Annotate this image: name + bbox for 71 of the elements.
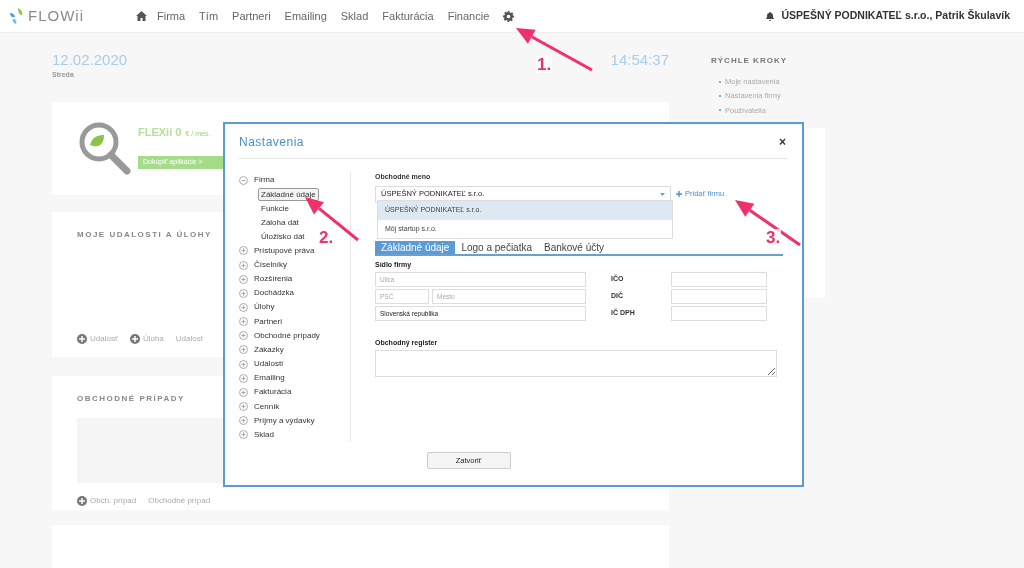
dialog-title: Nastavenia — [239, 133, 305, 151]
tab[interactable]: Bankové účty — [538, 240, 611, 254]
nav-link[interactable]: Financie — [447, 7, 490, 25]
nav-link[interactable]: Tím — [199, 7, 219, 25]
tree-item[interactable]: Funkcie — [258, 201, 292, 215]
expand-icon[interactable] — [239, 387, 248, 397]
expand-icon[interactable] — [239, 317, 248, 327]
nav-link[interactable]: Sklad — [340, 7, 369, 25]
nav-link[interactable]: Fakturácia — [382, 7, 434, 25]
nav-link[interactable]: Firma — [157, 7, 186, 25]
tree-item[interactable]: Fakturácia — [252, 386, 294, 399]
tab[interactable]: Logo a pečiatka — [455, 240, 538, 254]
expand-icon[interactable] — [239, 345, 248, 355]
step-number: 2. — [318, 229, 335, 246]
expand-icon[interactable] — [239, 359, 248, 369]
tree-item[interactable]: Udalosti — [252, 358, 285, 371]
droplets-icon — [8, 7, 24, 25]
input-field[interactable] — [671, 289, 767, 304]
time-text: 14:54:37 — [610, 52, 669, 67]
tree-item[interactable]: Úlohy — [252, 301, 277, 314]
add-circle-icon[interactable] — [77, 333, 87, 344]
expand-icon[interactable] — [239, 402, 248, 412]
section-title: RÝCHLE KROKY — [711, 55, 788, 67]
expand-icon[interactable] — [239, 416, 248, 426]
tree-item[interactable]: Príjmy a výdavky — [252, 414, 317, 427]
date-text: 12.02.2020 — [52, 52, 128, 67]
expand-icon[interactable] — [239, 303, 248, 312]
caret-icon — [660, 192, 665, 196]
expand-icon[interactable] — [239, 288, 248, 298]
input-field[interactable] — [671, 306, 767, 321]
tree-item[interactable]: Rozšírenia — [252, 273, 295, 286]
tree-item[interactable]: Obchodné prípady — [252, 329, 322, 342]
tree-item[interactable]: Partneri — [252, 315, 284, 328]
settings-icon[interactable] — [503, 10, 515, 22]
expand-icon[interactable] — [239, 430, 248, 440]
tree-item[interactable]: Dochádzka — [252, 287, 297, 300]
logo-text: FLOWii — [28, 5, 84, 26]
account-link[interactable]: ÚSPEŠNÝ PODNIKATEĽ s.r.o., Patrik Škulavík — [781, 8, 1010, 24]
tree-item[interactable]: Prístupové práva — [252, 244, 317, 257]
collapse-icon[interactable] — [239, 175, 248, 185]
home-icon[interactable] — [136, 11, 147, 21]
step-number: 3. — [765, 229, 782, 246]
tree-item[interactable]: Záloha dát — [258, 216, 302, 230]
expand-icon[interactable] — [239, 260, 248, 270]
expand-icon[interactable] — [239, 331, 248, 341]
nav-link[interactable]: Partneri — [232, 7, 271, 25]
pointer-arrow — [735, 200, 801, 247]
tree-item[interactable]: Emailing — [252, 372, 287, 385]
tree-item[interactable]: Základné údaje — [258, 187, 319, 201]
tree-item[interactable]: Zákazky — [252, 343, 286, 356]
section-title: OBCHODNÉ PRÍPADY — [77, 392, 185, 405]
add-circle-icon[interactable] — [77, 495, 87, 506]
step-number: 1. — [536, 56, 553, 73]
expand-icon[interactable] — [239, 274, 248, 284]
expand-icon[interactable] — [239, 373, 248, 383]
tree-item[interactable]: Cenník — [252, 400, 282, 413]
plus-icon — [676, 191, 682, 197]
plan-title: FLEXii 0 — [138, 124, 182, 140]
close-button[interactable]: × — [777, 135, 788, 148]
tree-item[interactable]: Sklad — [252, 428, 276, 441]
nav-link[interactable]: Emailing — [284, 7, 327, 25]
input-field[interactable] — [671, 272, 767, 287]
text-area[interactable] — [375, 349, 777, 377]
tree-item[interactable]: Firma — [252, 174, 277, 187]
tree-item[interactable]: Úložisko dát — [258, 230, 308, 244]
pointer-arrow — [305, 197, 359, 242]
section-title: MOJE UDALOSTI A ÚLOHY — [77, 228, 212, 241]
add-circle-icon[interactable] — [129, 333, 140, 344]
bell-icon[interactable] — [766, 11, 775, 21]
expand-icon[interactable] — [239, 246, 248, 256]
tree-item[interactable]: Číselníky — [252, 259, 289, 271]
